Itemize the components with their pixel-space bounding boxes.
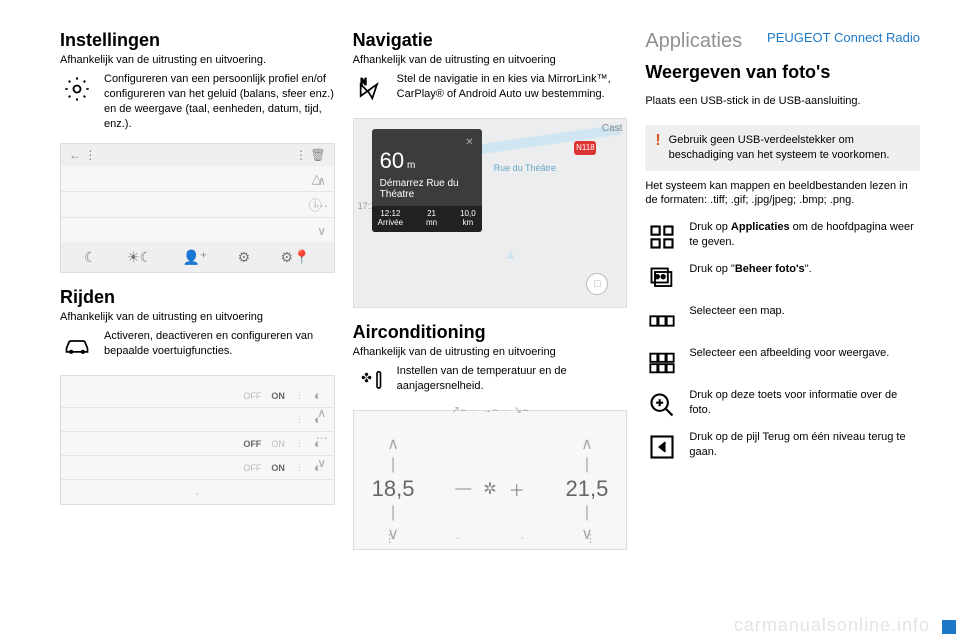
back-arrow-icon: [645, 430, 679, 464]
compass-arrow-icon: N: [353, 72, 387, 106]
image-grid-icon: [645, 346, 679, 380]
heading-photos: Weergeven van foto's: [645, 62, 920, 83]
settings-panel: ← ⋮⋮ 🗑 △ ⓘ ∧⋯∨ ☾ ☀☾ 👤⁺ ⚙ ⚙📍: [60, 143, 335, 273]
ac-temp-left: 18,5: [372, 476, 415, 502]
heading-settings: Instellingen: [60, 30, 335, 51]
column-nav-ac: Navigatie Afhankelijk van de uitrusting …: [353, 30, 628, 640]
apps-grid-icon: [645, 220, 679, 254]
watermark: carmanualsonline.info: [734, 615, 930, 636]
back-icon: ← ⋮: [69, 148, 96, 162]
gear-small-icon: ⚙: [238, 249, 251, 266]
nav-instruction-card: ✕ 60 m Démarrez Rue du Théatre 12:12Arri…: [372, 129, 482, 232]
moon-icon: ☾: [84, 249, 97, 266]
folder-row-icon: [645, 304, 679, 338]
driving-desc: Activeren, deactiveren en configureren v…: [104, 329, 335, 359]
page: Instellingen Afhankelijk van de uitrusti…: [0, 0, 960, 640]
heading-nav: Navigatie: [353, 30, 628, 51]
ac-temp-right: 21,5: [566, 476, 609, 502]
step-apps: Druk op Applicaties om de hoofdpagina we…: [689, 220, 920, 250]
fan-thermo-icon: [353, 364, 387, 398]
ac-desc: Instellen van de temperatuur en de aanja…: [397, 364, 628, 394]
nav-road-label: Rue du Théâtre: [494, 163, 556, 173]
settings-subtitle: Afhankelijk van de uitrusting en uitvoer…: [60, 54, 335, 66]
fan-icon: ✲: [483, 479, 496, 499]
column-apps: Applicaties Weergeven van foto's Plaats …: [645, 30, 920, 640]
warning-text: Gebruik geen USB-verdeelstekker om besch…: [669, 133, 910, 163]
driving-subtitle: Afhankelijk van de uitrusting en uitvoer…: [60, 311, 335, 323]
brightness-moon-icon: ☀☾: [127, 249, 152, 266]
settings-desc: Configureren van een persoonlijk profiel…: [104, 72, 335, 131]
warning-icon: !: [655, 133, 660, 149]
nav-arrow-icon: ▲: [504, 246, 518, 262]
location-gear-icon: ⚙📍: [280, 249, 310, 266]
step-photo-info: Druk op deze toets voor informatie over …: [689, 388, 920, 418]
nav-panel: Rue du Théâtre N118 17:10 ▲ □ Cast ✕ 60 …: [353, 118, 628, 308]
step-back: Druk op de pijl Terug om één niveau teru…: [689, 430, 920, 460]
nav-desc: Stel de navigatie in en kies via MirrorL…: [397, 72, 628, 102]
ac-panel: ↗⌢·→⌢·↘⌢ ∧|18,5|∨ —✲＋ ∧|21,5|∨ ⋮··⋮: [353, 410, 628, 550]
gear-icon: [60, 72, 94, 106]
magnify-info-icon: [645, 388, 679, 422]
warning-box: ! Gebruik geen USB-verdeelstekker om bes…: [645, 125, 920, 171]
step-select-image: Selecteer een afbeelding voor weergave.: [689, 346, 889, 361]
column-settings-driving: Instellingen Afhankelijk van de uitrusti…: [60, 30, 335, 640]
breadcrumb: PEUGEOT Connect Radio: [767, 30, 920, 45]
menu-trash-icon: ⋮ 🗑: [295, 148, 326, 162]
photos-stack-icon: [645, 262, 679, 296]
formats-text: Het systeem kan mappen en beeldbestanden…: [645, 179, 920, 209]
heading-ac: Airconditioning: [353, 322, 628, 343]
page-corner: [942, 620, 956, 634]
nav-road-pin: N118: [574, 141, 596, 155]
usb-instruction: Plaats een USB-stick in de USB-aansluiti…: [645, 94, 920, 109]
settings-bottombar: ☾ ☀☾ 👤⁺ ⚙ ⚙📍: [61, 242, 334, 272]
heading-driving: Rijden: [60, 287, 335, 308]
nav-subtitle: Afhankelijk van de uitrusting en uitvoer…: [353, 54, 628, 66]
step-select-folder: Selecteer een map.: [689, 304, 784, 319]
car-icon: [60, 329, 94, 363]
ac-subtitle: Afhankelijk van de uitrusting en uitvoer…: [353, 346, 628, 358]
nav-cast-label: Cast: [602, 123, 623, 134]
driving-panel: OFFON⋮◐ ⋮◐ OFFON⋮◐ OFFON⋮◐ ∧⋯∨ ·: [60, 375, 335, 505]
nav-stop-icon: □: [586, 273, 608, 295]
step-manage-photos: Druk op "Beheer foto's".: [689, 262, 811, 277]
user-add-icon: 👤⁺: [182, 249, 207, 266]
